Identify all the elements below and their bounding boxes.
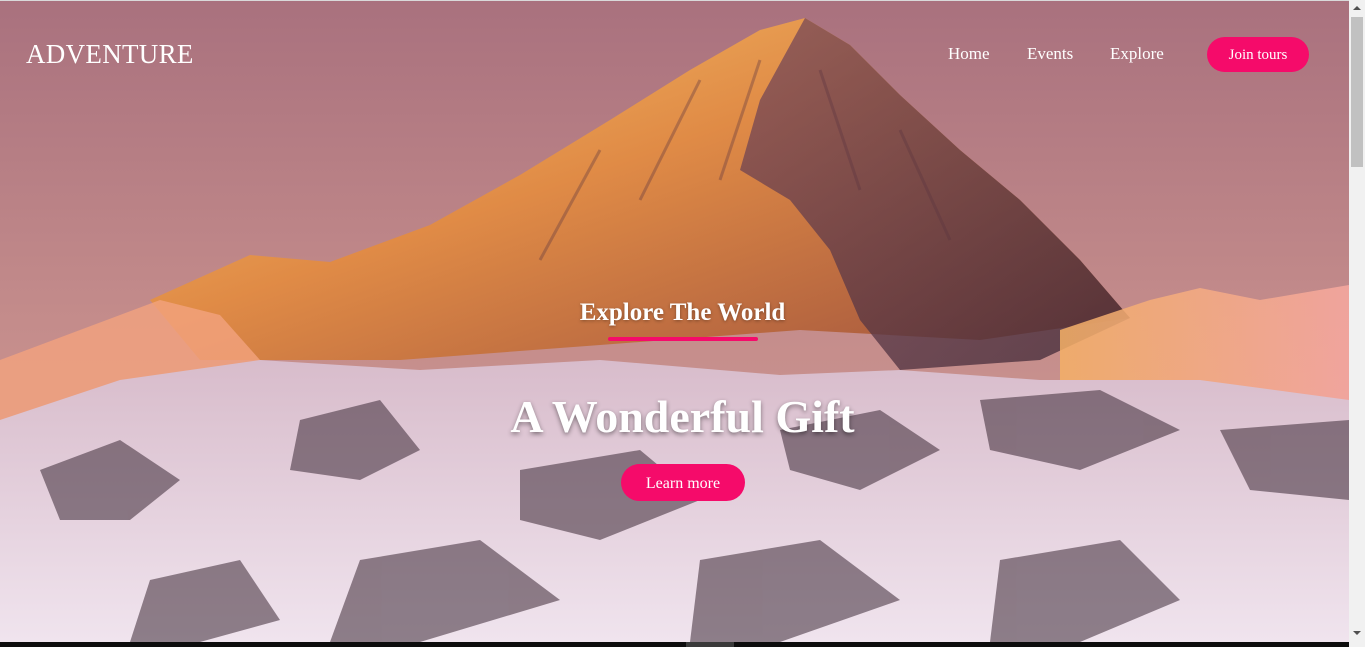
vertical-scrollbar[interactable] [1349,0,1365,647]
browser-viewport: ADVENTURE Home Events Explore Join tours… [0,0,1365,647]
learn-more-button[interactable]: Learn more [621,464,745,501]
nav-link-home[interactable]: Home [948,44,990,64]
nav-link-events[interactable]: Events [1027,44,1073,64]
nav-link-explore[interactable]: Explore [1110,44,1164,64]
scrollbar-thumb[interactable] [1351,17,1363,167]
eyebrow-underline [608,337,758,341]
hero-headline: A Wonderful Gift [510,391,855,442]
scroll-down-arrow-icon[interactable] [1349,625,1365,641]
top-border [0,0,1349,1]
bottom-edge-bar [0,642,1349,647]
hero-eyebrow: Explore The World [579,299,786,326]
site-logo[interactable]: ADVENTURE [26,38,194,70]
scroll-up-arrow-icon[interactable] [1349,0,1365,16]
join-tours-button[interactable]: Join tours [1207,37,1309,72]
hero-section: ADVENTURE Home Events Explore Join tours… [0,0,1349,642]
bottom-indicator [686,642,734,647]
